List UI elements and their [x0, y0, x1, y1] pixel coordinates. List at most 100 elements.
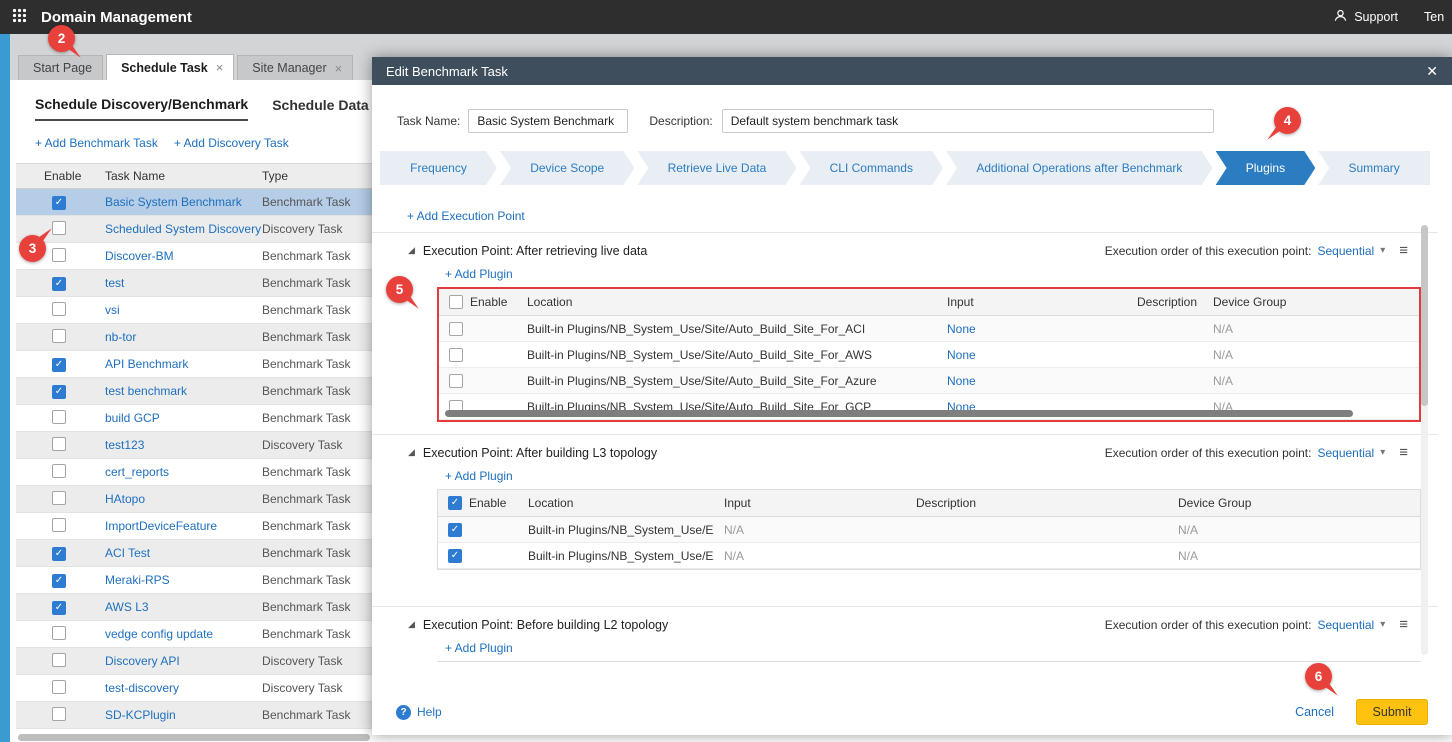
task-name-link[interactable]: HAtopo	[105, 492, 262, 506]
task-row[interactable]: SD-KCPluginBenchmark Task	[16, 702, 382, 729]
task-row[interactable]: test-discoveryDiscovery Task	[16, 675, 382, 702]
wizard-step-cli-commands[interactable]: CLI Commands	[799, 151, 943, 185]
tab-start-page[interactable]: Start Page	[18, 55, 103, 80]
add-execution-point-link[interactable]: + Add Execution Point	[407, 209, 525, 223]
task-name-link[interactable]: ACI Test	[105, 546, 262, 560]
support-button[interactable]: Support	[1333, 8, 1398, 26]
task-name-link[interactable]: Basic System Benchmark	[105, 195, 262, 209]
tab-site-manager[interactable]: Site Manager ×	[237, 55, 353, 80]
task-enable-checkbox[interactable]: ✓	[52, 358, 66, 372]
task-enable-checkbox[interactable]	[52, 680, 66, 694]
panel-horizontal-scrollbar[interactable]	[18, 734, 370, 741]
exec-order-dropdown[interactable]: Sequential	[1317, 244, 1374, 258]
task-name-link[interactable]: AWS L3	[105, 600, 262, 614]
collapse-icon[interactable]: ◢	[408, 619, 415, 630]
task-row[interactable]: ✓ACI TestBenchmark Task	[16, 540, 382, 567]
app-grid-icon[interactable]	[12, 8, 27, 26]
plugin-input[interactable]: None	[937, 374, 1127, 388]
plugin-enable-checkbox[interactable]	[449, 374, 463, 388]
close-icon[interactable]: ✕	[1426, 63, 1438, 80]
task-name-link[interactable]: SD-KCPlugin	[105, 708, 262, 722]
select-all-checkbox[interactable]: ✓	[448, 496, 462, 510]
task-row[interactable]: vedge config updateBenchmark Task	[16, 621, 382, 648]
task-row[interactable]: Discovery APIDiscovery Task	[16, 648, 382, 675]
task-name-input[interactable]	[468, 109, 628, 133]
task-enable-checkbox[interactable]: ✓	[52, 196, 66, 210]
task-row[interactable]: nb-torBenchmark Task	[16, 324, 382, 351]
task-row[interactable]: ✓API BenchmarkBenchmark Task	[16, 351, 382, 378]
task-name-link[interactable]: cert_reports	[105, 465, 262, 479]
task-enable-checkbox[interactable]	[52, 329, 66, 343]
task-row[interactable]: ✓Basic System BenchmarkBenchmark Task	[16, 189, 382, 216]
task-enable-checkbox[interactable]: ✓	[52, 385, 66, 399]
task-name-link[interactable]: vedge config update	[105, 627, 262, 641]
task-name-link[interactable]: Meraki-RPS	[105, 573, 262, 587]
plugin-input[interactable]: None	[937, 348, 1127, 362]
close-icon[interactable]: ×	[216, 60, 224, 75]
task-enable-checkbox[interactable]	[52, 410, 66, 424]
task-name-link[interactable]: API Benchmark	[105, 357, 262, 371]
task-enable-checkbox[interactable]	[52, 302, 66, 316]
select-all-checkbox[interactable]	[449, 295, 463, 309]
plugin-input[interactable]: None	[937, 322, 1127, 336]
add-plugin-link[interactable]: + Add Plugin	[445, 267, 513, 281]
wizard-step-frequency[interactable]: Frequency	[380, 151, 497, 185]
task-row[interactable]: HAtopoBenchmark Task	[16, 486, 382, 513]
task-row[interactable]: build GCPBenchmark Task	[16, 405, 382, 432]
task-row[interactable]: Discover-BMBenchmark Task	[16, 243, 382, 270]
task-name-link[interactable]: Discover-BM	[105, 249, 262, 263]
task-name-link[interactable]: test	[105, 276, 262, 290]
task-enable-checkbox[interactable]	[52, 248, 66, 262]
scrollbar-thumb[interactable]	[1421, 225, 1428, 406]
plugin-enable-checkbox[interactable]	[449, 322, 463, 336]
wizard-step-summary[interactable]: Summary	[1318, 151, 1430, 185]
menu-icon[interactable]: ≡	[1399, 444, 1408, 461]
task-row[interactable]: ✓AWS L3Benchmark Task	[16, 594, 382, 621]
plugin-enable-checkbox[interactable]: ✓	[448, 523, 462, 537]
add-benchmark-task-link[interactable]: + Add Benchmark Task	[35, 136, 158, 150]
menu-icon[interactable]: ≡	[1399, 242, 1408, 259]
subtab-schedule-discovery-benchmark[interactable]: Schedule Discovery/Benchmark	[35, 96, 248, 121]
task-enable-checkbox[interactable]: ✓	[52, 277, 66, 291]
exec-order-dropdown[interactable]: Sequential	[1317, 446, 1374, 460]
add-plugin-link[interactable]: + Add Plugin	[445, 641, 513, 655]
task-row[interactable]: ✓test benchmarkBenchmark Task	[16, 378, 382, 405]
plugin-enable-checkbox[interactable]: ✓	[448, 549, 462, 563]
task-enable-checkbox[interactable]	[52, 491, 66, 505]
task-enable-checkbox[interactable]	[52, 626, 66, 640]
task-row[interactable]: cert_reportsBenchmark Task	[16, 459, 382, 486]
collapse-icon[interactable]: ◢	[408, 447, 415, 458]
wizard-step-plugins[interactable]: Plugins	[1216, 151, 1316, 185]
exec-order-dropdown[interactable]: Sequential	[1317, 618, 1374, 632]
task-row[interactable]: test123Discovery Task	[16, 432, 382, 459]
task-enable-checkbox[interactable]	[52, 518, 66, 532]
task-enable-checkbox[interactable]: ✓	[52, 601, 66, 615]
collapse-icon[interactable]: ◢	[408, 245, 415, 256]
plugin-enable-checkbox[interactable]	[449, 348, 463, 362]
close-icon[interactable]: ×	[335, 61, 343, 76]
task-row[interactable]: Scheduled System DiscoveryDiscovery Task	[16, 216, 382, 243]
wizard-step-device-scope[interactable]: Device Scope	[500, 151, 634, 185]
task-name-link[interactable]: test123	[105, 438, 262, 452]
task-name-link[interactable]: test-discovery	[105, 681, 262, 695]
task-row[interactable]: vsiBenchmark Task	[16, 297, 382, 324]
vertical-scrollbar[interactable]	[1421, 225, 1428, 655]
task-enable-checkbox[interactable]	[52, 437, 66, 451]
description-input[interactable]	[722, 109, 1214, 133]
help-button[interactable]: ? Help	[396, 705, 442, 720]
cancel-button[interactable]: Cancel	[1295, 705, 1334, 719]
wizard-step-additional-operations-after-benchmark[interactable]: Additional Operations after Benchmark	[946, 151, 1212, 185]
task-name-link[interactable]: nb-tor	[105, 330, 262, 344]
add-discovery-task-link[interactable]: + Add Discovery Task	[174, 136, 289, 150]
task-name-link[interactable]: vsi	[105, 303, 262, 317]
task-name-link[interactable]: Scheduled System Discovery	[105, 222, 262, 236]
task-row[interactable]: ✓testBenchmark Task	[16, 270, 382, 297]
task-name-link[interactable]: test benchmark	[105, 384, 262, 398]
task-enable-checkbox[interactable]: ✓	[52, 547, 66, 561]
task-name-link[interactable]: ImportDeviceFeature	[105, 519, 262, 533]
task-row[interactable]: ImportDeviceFeatureBenchmark Task	[16, 513, 382, 540]
task-enable-checkbox[interactable]	[52, 464, 66, 478]
task-enable-checkbox[interactable]	[52, 653, 66, 667]
menu-icon[interactable]: ≡	[1399, 616, 1408, 633]
add-plugin-link[interactable]: + Add Plugin	[445, 469, 513, 483]
